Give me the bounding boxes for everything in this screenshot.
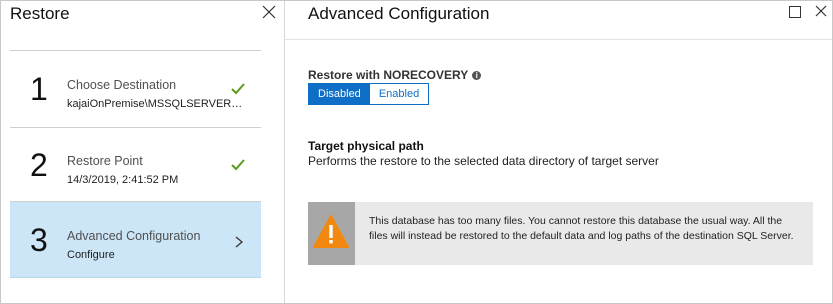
step-title: Restore Point [67, 154, 143, 168]
checkmark-icon [231, 159, 245, 171]
step-title: Advanced Configuration [67, 229, 201, 243]
toggle-option-disabled[interactable]: Disabled [309, 84, 370, 104]
norecovery-toggle[interactable]: Disabled Enabled [308, 83, 430, 105]
toggle-option-enabled[interactable]: Enabled [369, 84, 429, 104]
warning-text: This database has too many files. You ca… [369, 215, 794, 242]
step-number: 1 [30, 71, 48, 107]
step-number: 3 [30, 222, 48, 258]
chevron-right-icon [235, 236, 243, 248]
norecovery-label: Restore with NORECOVERY i [308, 68, 482, 82]
maximize-icon[interactable] [789, 6, 801, 18]
blade-title: Restore [10, 4, 70, 23]
target-path-title: Target physical path [308, 139, 424, 153]
step-advanced-configuration[interactable]: 3 Advanced Configuration Configure [10, 202, 261, 278]
restore-blade: Restore 1 Choose Destination kajaiOnPrem… [1, 1, 285, 303]
close-icon[interactable] [815, 5, 827, 17]
info-icon[interactable]: i [472, 71, 482, 81]
warning-icon-box [308, 202, 355, 265]
step-choose-destination[interactable]: 1 Choose Destination kajaiOnPremise\MSSQ… [10, 50, 261, 128]
step-subtitle: kajaiOnPremise\MSSQLSERVER\t... [67, 98, 245, 110]
norecovery-label-text: Restore with NORECOVERY [308, 68, 469, 82]
warning-icon [313, 215, 349, 248]
advanced-configuration-blade: Advanced Configuration Restore with NORE… [285, 1, 832, 303]
warning-banner: This database has too many files. You ca… [308, 202, 813, 265]
step-number: 2 [30, 147, 48, 183]
close-icon[interactable] [262, 5, 276, 19]
step-subtitle: 14/3/2019, 2:41:52 PM [67, 174, 179, 186]
blade-title: Advanced Configuration [308, 4, 490, 23]
step-subtitle: Configure [67, 249, 115, 261]
restore-window: Restore 1 Choose Destination kajaiOnPrem… [0, 0, 833, 304]
checkmark-icon [231, 83, 245, 95]
step-restore-point[interactable]: 2 Restore Point 14/3/2019, 2:41:52 PM [10, 127, 261, 202]
step-title: Choose Destination [67, 78, 177, 92]
header-divider [285, 39, 832, 40]
target-path-description: Performs the restore to the selected dat… [308, 154, 659, 168]
